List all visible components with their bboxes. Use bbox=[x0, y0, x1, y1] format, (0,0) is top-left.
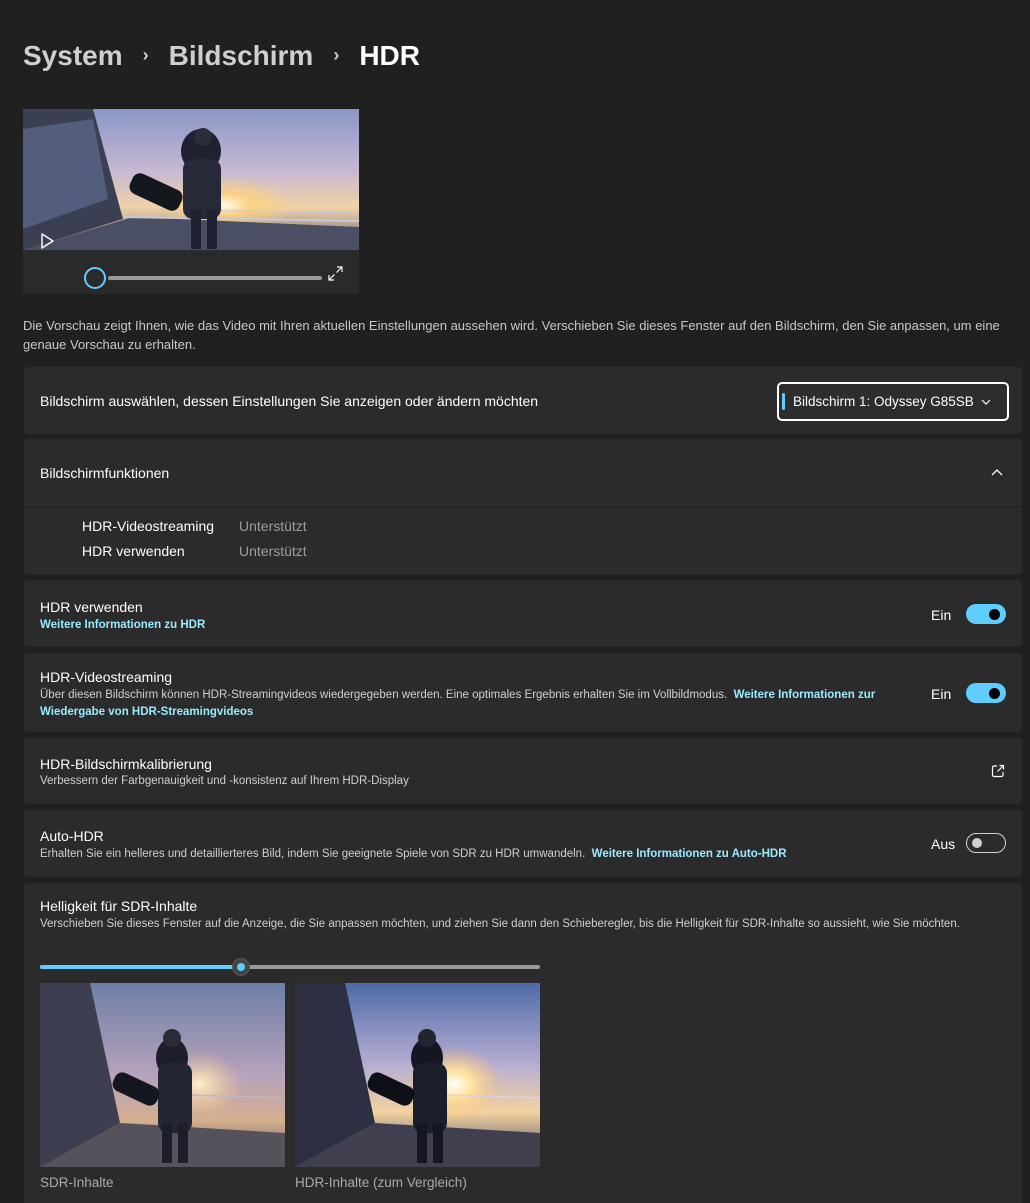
display-dropdown[interactable]: Bildschirm 1: Odyssey G85SB bbox=[777, 382, 1009, 421]
page-title: HDR bbox=[359, 40, 420, 71]
display-dropdown-value: Bildschirm 1: Odyssey G85SB bbox=[793, 394, 974, 409]
sdr-brightness-fill bbox=[40, 965, 242, 969]
auto-hdr-card: Auto-HDR Erhalten Sie ein helleres und d… bbox=[24, 810, 1022, 877]
hdr-streaming-card: HDR-Videostreaming Über diesen Bildschir… bbox=[24, 653, 1022, 732]
auto-hdr-toggle[interactable] bbox=[966, 833, 1006, 853]
sdr-brightness-title: Helligkeit für SDR-Inhalte bbox=[40, 898, 198, 914]
preview-description: Die Vorschau zeigt Ihnen, wie das Video … bbox=[23, 318, 1000, 352]
play-icon[interactable] bbox=[39, 233, 55, 249]
video-preview-image bbox=[23, 109, 359, 250]
fullscreen-icon[interactable] bbox=[328, 266, 343, 281]
display-select-label: Bildschirm auswählen, dessen Einstellung… bbox=[40, 393, 539, 409]
auto-hdr-title: Auto-HDR bbox=[40, 828, 104, 844]
hdr-calibration-card[interactable]: HDR-Bildschirmkalibrierung Verbessern de… bbox=[24, 738, 1022, 804]
sdr-brightness-desc: Verschieben Sie dieses Fenster auf die A… bbox=[40, 918, 960, 930]
capability-value: Unterstützt bbox=[239, 518, 307, 534]
breadcrumb-system[interactable]: System bbox=[23, 40, 123, 72]
hdr-caption: HDR-Inhalte (zum Vergleich) bbox=[295, 1175, 467, 1190]
chevron-up-icon[interactable] bbox=[991, 467, 1003, 477]
sdr-brightness-card: Helligkeit für SDR-Inhalte Verschieben S… bbox=[24, 883, 1022, 1203]
hdr-streaming-desc-text: Über diesen Bildschirm können HDR-Stream… bbox=[40, 689, 728, 701]
hdr-streaming-state: Ein bbox=[931, 686, 952, 702]
hdr-streaming-title: HDR-Videostreaming bbox=[40, 669, 173, 685]
toggle-knob bbox=[972, 838, 982, 848]
toggle-knob bbox=[989, 609, 1000, 620]
breadcrumb: System › Bildschirm › HDR bbox=[23, 40, 420, 72]
hdr-streaming-toggle[interactable] bbox=[966, 683, 1006, 703]
use-hdr-state: Ein bbox=[931, 607, 952, 623]
chevron-down-icon bbox=[981, 399, 991, 405]
display-select-card: Bildschirm auswählen, dessen Einstellung… bbox=[24, 367, 1022, 434]
use-hdr-title: HDR verwenden bbox=[40, 599, 143, 615]
auto-hdr-desc: Erhalten Sie ein helleres und detaillier… bbox=[40, 846, 787, 863]
chevron-right-icon: › bbox=[142, 44, 149, 65]
capabilities-header[interactable]: Bildschirmfunktionen bbox=[24, 439, 1022, 506]
sdr-preview-image bbox=[40, 983, 285, 1167]
hdr-streaming-desc: Über diesen Bildschirm können HDR-Stream… bbox=[40, 687, 910, 721]
video-controls bbox=[23, 250, 359, 294]
capability-value: Unterstützt bbox=[239, 543, 307, 559]
video-preview bbox=[23, 109, 359, 294]
auto-hdr-link[interactable]: Weitere Informationen zu Auto-HDR bbox=[592, 848, 787, 860]
use-hdr-link[interactable]: Weitere Informationen zu HDR bbox=[40, 617, 205, 634]
capabilities-body: HDR-Videostreaming Unterstützt HDR verwe… bbox=[24, 507, 1022, 575]
open-external-icon[interactable] bbox=[991, 764, 1005, 778]
use-hdr-card: HDR verwenden Weitere Informationen zu H… bbox=[24, 580, 1022, 647]
use-hdr-toggle[interactable] bbox=[966, 604, 1006, 624]
hdr-preview-image bbox=[295, 983, 540, 1167]
sdr-brightness-thumb[interactable] bbox=[232, 958, 250, 976]
capability-name: HDR verwenden bbox=[82, 543, 185, 559]
capabilities-title: Bildschirmfunktionen bbox=[40, 465, 170, 481]
hdr-calibration-desc: Verbessern der Farbgenauigkeit und -kons… bbox=[40, 775, 409, 787]
chevron-right-icon: › bbox=[333, 44, 340, 65]
sdr-caption: SDR-Inhalte bbox=[40, 1175, 114, 1190]
auto-hdr-state: Aus bbox=[931, 836, 956, 852]
hdr-calibration-title: HDR-Bildschirmkalibrierung bbox=[40, 756, 212, 772]
toggle-knob bbox=[989, 688, 1000, 699]
breadcrumb-bildschirm[interactable]: Bildschirm bbox=[169, 40, 314, 72]
dropdown-accent bbox=[782, 393, 785, 410]
capability-name: HDR-Videostreaming bbox=[82, 518, 215, 534]
auto-hdr-desc-text: Erhalten Sie ein helleres und detaillier… bbox=[40, 848, 586, 860]
video-seek-track[interactable] bbox=[108, 276, 322, 280]
video-seek-thumb[interactable] bbox=[84, 267, 106, 289]
